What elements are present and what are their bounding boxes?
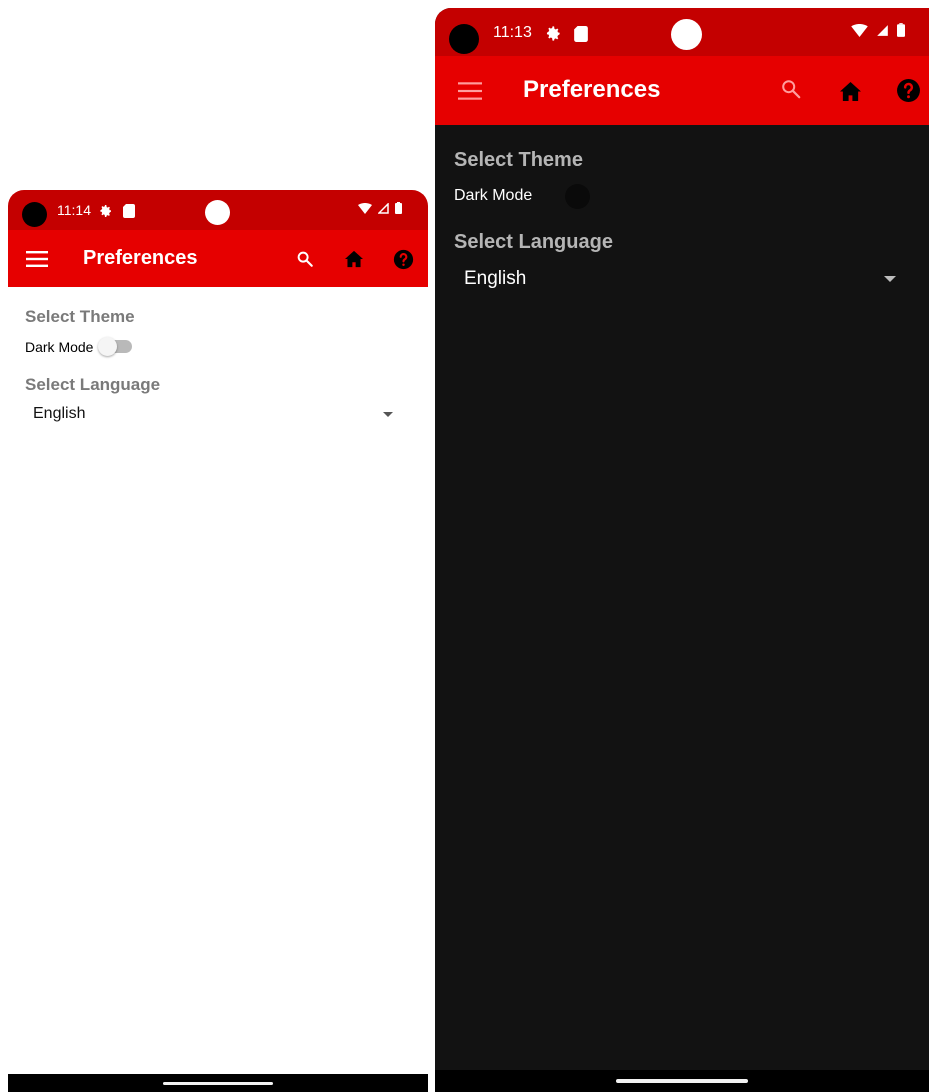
theme-section-title: Select Theme <box>25 307 135 326</box>
language-dropdown[interactable]: English <box>33 405 393 423</box>
dark-mode-label: Dark Mode <box>25 339 94 355</box>
phone-screen-light: 11:14 Preferences Select Theme Dark Mode <box>8 190 428 1092</box>
page-title: Preferences <box>83 247 198 269</box>
menu-icon <box>26 251 48 267</box>
home-gesture-handle[interactable] <box>616 1079 748 1083</box>
theme-section-title: Select Theme <box>454 149 583 171</box>
search-icon <box>297 251 313 267</box>
search-button[interactable] <box>776 74 806 104</box>
home-button[interactable] <box>341 246 367 272</box>
chevron-down-icon <box>383 411 393 417</box>
status-time: 11:13 <box>493 24 532 41</box>
dark-mode-toggle[interactable] <box>98 337 134 357</box>
status-time: 11:14 <box>57 202 91 218</box>
camera-cutout <box>449 24 479 54</box>
toggle-thumb <box>98 337 117 356</box>
home-button[interactable] <box>835 76 865 106</box>
search-icon <box>782 80 801 99</box>
home-icon <box>345 250 363 268</box>
language-dropdown[interactable]: English <box>464 268 896 290</box>
navigation-bar <box>8 1074 428 1092</box>
dark-mode-label: Dark Mode <box>454 187 533 204</box>
status-dot <box>671 19 702 50</box>
wifi-icon <box>358 202 372 214</box>
gear-icon <box>546 26 560 41</box>
language-section-title: Select Language <box>454 231 613 253</box>
language-selected: English <box>464 268 527 289</box>
gear-icon <box>100 205 111 217</box>
language-selected: English <box>33 405 86 422</box>
phone-screen-dark: 11:13 Preferences Select Theme Dark Mode <box>435 8 929 1092</box>
navigation-bar <box>435 1070 929 1092</box>
help-icon <box>393 249 413 269</box>
menu-icon <box>458 82 482 100</box>
signal-icon <box>378 202 389 214</box>
home-icon <box>839 81 861 101</box>
status-bar: 11:14 <box>8 190 428 230</box>
help-button[interactable] <box>893 75 923 105</box>
search-button[interactable] <box>292 246 318 272</box>
chevron-down-icon <box>884 276 896 282</box>
menu-button[interactable] <box>455 76 485 106</box>
home-gesture-handle[interactable] <box>163 1081 273 1085</box>
status-bar: 11:13 <box>435 8 929 56</box>
battery-icon <box>897 23 905 37</box>
status-dot <box>205 200 230 225</box>
app-bar: Preferences <box>435 56 929 125</box>
page-title: Preferences <box>523 76 661 103</box>
help-button[interactable] <box>390 246 416 272</box>
sd-card-icon <box>123 204 135 218</box>
signal-icon <box>877 24 888 36</box>
camera-cutout <box>22 202 47 227</box>
toggle-thumb <box>565 184 590 209</box>
wifi-icon <box>851 23 868 37</box>
app-bar: Preferences <box>8 230 428 287</box>
dark-mode-toggle[interactable] <box>561 183 597 211</box>
battery-icon <box>395 202 402 214</box>
sd-card-icon <box>574 25 588 42</box>
menu-button[interactable] <box>24 246 50 272</box>
help-icon <box>896 78 920 102</box>
language-section-title: Select Language <box>25 375 161 394</box>
